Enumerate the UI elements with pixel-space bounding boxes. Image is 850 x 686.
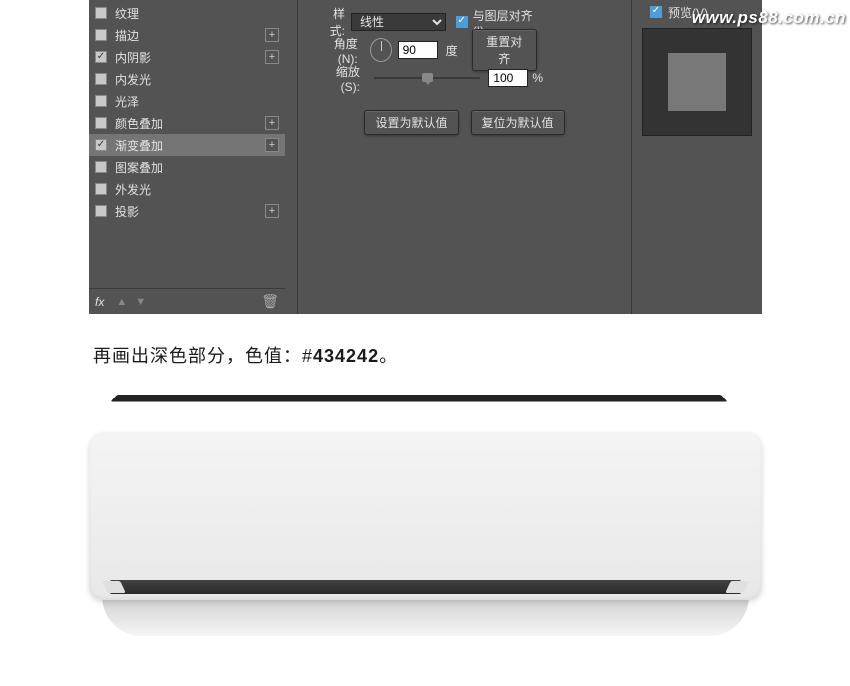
watermark-text: www.ps88.com.cn: [692, 8, 846, 28]
style-label: 光泽: [115, 93, 285, 110]
style-checkbox[interactable]: [95, 117, 107, 129]
style-label: 投影: [115, 203, 265, 220]
preview-box: [642, 28, 752, 136]
style-row: 样式: 线性 与图层对齐(I): [318, 8, 611, 36]
style-type-select[interactable]: 线性: [351, 13, 446, 31]
style-item-inner-glow[interactable]: 内发光: [89, 68, 285, 90]
caption-prefix: 再画出深色部分，色值：#: [93, 346, 313, 366]
trash-icon[interactable]: 🗑: [261, 293, 279, 310]
style-label: 颜色叠加: [115, 115, 265, 132]
scale-row: 缩放(S): %: [318, 64, 611, 92]
style-item-outer-glow[interactable]: 外发光: [89, 178, 285, 200]
add-icon[interactable]: +: [265, 138, 279, 152]
style-checkbox[interactable]: [95, 205, 107, 217]
add-icon[interactable]: +: [265, 50, 279, 64]
aircon-shadow: [102, 596, 748, 636]
add-icon[interactable]: +: [265, 28, 279, 42]
style-label: 渐变叠加: [115, 137, 265, 154]
style-item-pattern-overlay[interactable]: 图案叠加: [89, 156, 285, 178]
angle-dial[interactable]: [370, 38, 392, 62]
style-checkbox[interactable]: [95, 139, 107, 151]
style-item-satin[interactable]: 光泽: [89, 90, 285, 112]
style-checkbox[interactable]: [95, 183, 107, 195]
style-item-drop-shadow[interactable]: 投影 +: [89, 200, 285, 222]
fx-icon[interactable]: fx: [95, 295, 104, 309]
style-item-gradient-overlay[interactable]: 渐变叠加 +: [89, 134, 285, 156]
style-checkbox[interactable]: [95, 95, 107, 107]
scale-unit: %: [532, 71, 543, 85]
reset-align-button[interactable]: 重置对齐: [472, 29, 537, 71]
set-default-button[interactable]: 设置为默认值: [364, 110, 458, 135]
style-label: 纹理: [115, 5, 285, 22]
preview-panel: 预览(V): [638, 0, 762, 314]
style-label: 描边: [115, 27, 265, 44]
angle-unit: 度: [446, 42, 458, 59]
add-icon[interactable]: +: [265, 116, 279, 130]
style-checkbox[interactable]: [95, 29, 107, 41]
caption-suffix: 。: [379, 346, 398, 366]
tutorial-caption: 再画出深色部分，色值：#434242。: [93, 342, 398, 368]
preview-swatch: [668, 53, 726, 111]
style-item-stroke[interactable]: 描边 +: [89, 24, 285, 46]
style-label: 图案叠加: [115, 159, 285, 176]
style-item-inner-shadow[interactable]: 内阴影 +: [89, 46, 285, 68]
style-checkbox[interactable]: [95, 51, 107, 63]
preview-checkbox[interactable]: [650, 6, 662, 18]
style-checkbox[interactable]: [95, 161, 107, 173]
style-checkbox[interactable]: [95, 7, 107, 19]
aircon-vent: [109, 580, 742, 594]
default-buttons-row: 设置为默认值 复位为默认值: [318, 92, 611, 135]
styles-list-panel: 纹理 描边 + 内阴影 + 内发光 光泽 颜色叠加 + 渐变叠加 +: [89, 0, 285, 314]
style-label: 外发光: [115, 181, 285, 198]
angle-row: 角度(N): 度 重置对齐: [318, 36, 611, 64]
gradient-settings-panel: 样式: 线性 与图层对齐(I) 角度(N): 度 重置对齐 缩放(S): % 设…: [297, 0, 632, 314]
scale-slider[interactable]: [374, 77, 480, 79]
style-label: 内发光: [115, 71, 285, 88]
align-checkbox[interactable]: [456, 16, 468, 28]
style-label: 内阴影: [115, 49, 265, 66]
scale-label: 缩放(S):: [318, 63, 360, 94]
angle-label: 角度(N):: [318, 35, 358, 66]
aircon-illustration: [89, 432, 762, 650]
angle-input[interactable]: [398, 41, 438, 59]
photoshop-dialog: 纹理 描边 + 内阴影 + 内发光 光泽 颜色叠加 + 渐变叠加 +: [89, 0, 762, 314]
color-code: 434242: [313, 346, 379, 366]
fx-toolbar: fx ▲ ▼ 🗑: [89, 288, 285, 314]
arrow-up-icon[interactable]: ▲: [116, 296, 127, 308]
add-icon[interactable]: +: [265, 204, 279, 218]
dark-strip-illustration: [110, 395, 727, 402]
slider-thumb[interactable]: [422, 73, 433, 82]
style-item-texture[interactable]: 纹理: [89, 2, 285, 24]
reset-default-button[interactable]: 复位为默认值: [471, 110, 565, 135]
scale-input[interactable]: [488, 69, 528, 87]
arrow-down-icon[interactable]: ▼: [135, 296, 146, 308]
aircon-body: [89, 432, 762, 600]
style-item-color-overlay[interactable]: 颜色叠加 +: [89, 112, 285, 134]
style-checkbox[interactable]: [95, 73, 107, 85]
